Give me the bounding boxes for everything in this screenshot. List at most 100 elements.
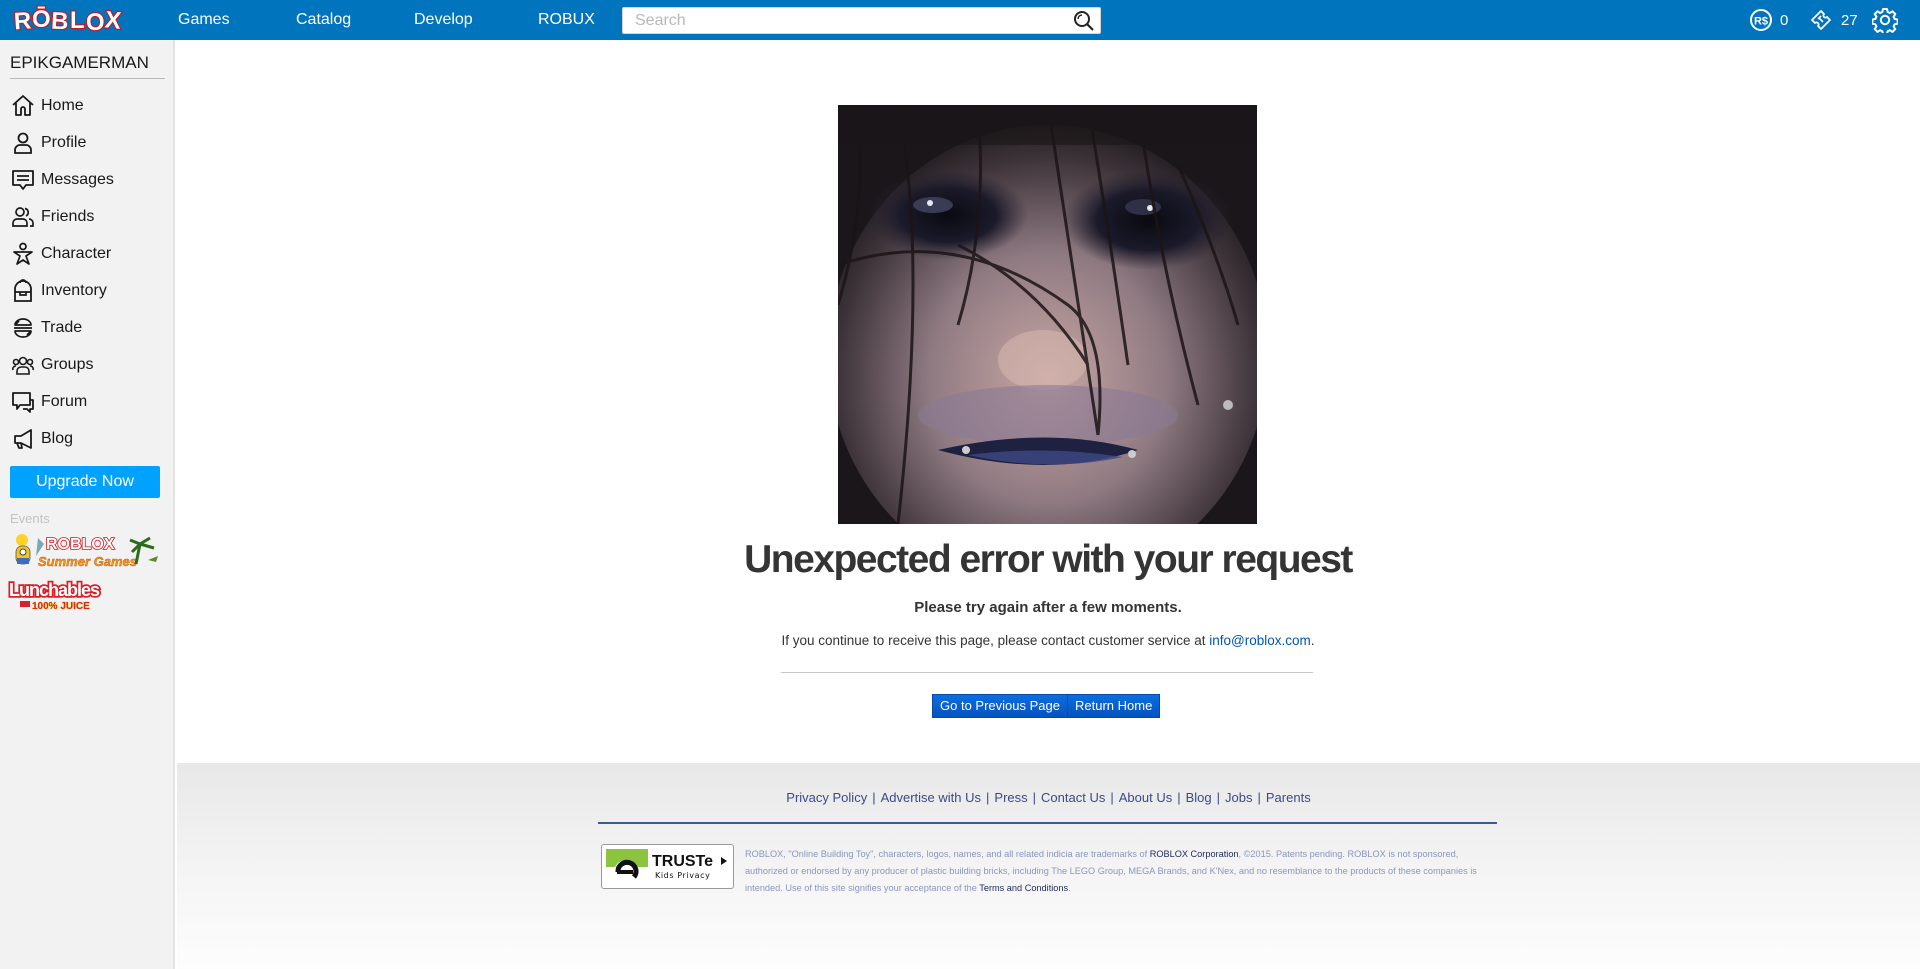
sidebar-item-label: Profile [41,133,87,151]
sidebar-item-label: Friends [41,207,95,225]
search-input[interactable] [623,8,1063,33]
inventory-icon [11,278,35,303]
footer: Privacy Policy | Advertise with Us | Press | C… [177,763,1920,969]
separator: | [1257,790,1261,805]
gear-icon [1872,8,1898,33]
svg-text:R: R [13,7,32,35]
error-title: Unexpected error with your request [744,538,1353,581]
support-email-link[interactable]: info@roblox.com [1209,633,1311,648]
ticket-icon [1811,10,1831,30]
roblox-logo[interactable]: R Ō B L O X [12,3,130,36]
return-home-button[interactable]: Return Home [1067,694,1161,718]
error-divider [781,672,1313,673]
search-box [622,7,1101,34]
profile-icon [11,131,35,155]
legal-text: . [1068,883,1071,893]
terms-and-conditions-link[interactable]: Terms and Conditions [979,883,1068,893]
blog-icon [11,427,35,451]
sidebar-item-label: Inventory [41,281,107,299]
event-subtitle: Summer Games [38,554,137,569]
footer-divider [598,822,1497,824]
summer-games-logo: ROBLOX Summer Games [15,534,158,569]
sidebar-item-label: Messages [41,170,114,188]
groups-icon [11,353,35,377]
event-subtitle: 100% JUICE [32,601,90,612]
footer-link-advertise[interactable]: Advertise with Us [881,790,981,805]
event-title: ROBLOX [46,536,115,553]
nav-games[interactable]: Games [178,0,230,40]
footer-link-blog[interactable]: Blog [1186,790,1212,805]
sidebar-item-inventory[interactable]: Inventory [0,272,173,309]
legal-notice: ROBLOX, "Online Building Toy", character… [745,846,1490,897]
footer-link-jobs[interactable]: Jobs [1225,790,1252,805]
separator: | [986,790,990,805]
messages-icon [11,168,35,192]
sidebar-item-groups[interactable]: Groups [0,346,173,383]
sidebar-item-trade[interactable]: Trade [0,309,173,346]
separator: | [872,790,876,805]
footer-link-parents[interactable]: Parents [1266,790,1311,805]
separator: | [1032,790,1037,805]
svg-text:L: L [70,7,85,34]
event-banner-lunchables[interactable]: Lunchables 100% JUICE [7,578,113,612]
sidebar-item-forum[interactable]: Forum [0,383,173,420]
sidebar-item-messages[interactable]: Messages [0,161,173,198]
nav-robux[interactable]: ROBUX [538,0,595,40]
tickets-count: 27 [1841,11,1858,29]
footer-link-about[interactable]: About Us [1119,790,1172,805]
nav-develop[interactable]: Develop [414,0,473,40]
sidebar-item-blog[interactable]: Blog [0,420,173,457]
sidebar-item-profile[interactable]: Profile [0,124,173,161]
svg-text:R$: R$ [1754,16,1768,28]
tickets-balance[interactable]: 27 [1809,0,1858,40]
sidebar-item-label: Groups [41,355,94,373]
legal-text: ROBLOX, "Online Building Toy", character… [745,849,1150,859]
sidebar-item-label: Character [41,244,112,262]
error-info-text: If you continue to receive this page, pl… [781,633,1210,648]
robux-icon: R$ [1750,9,1772,31]
separator: | [1216,790,1221,805]
home-icon [11,94,35,118]
svg-text:Ō: Ō [32,6,51,33]
sidebar-menu: Home Profile Messages Friends Character [0,87,173,457]
footer-link-press[interactable]: Press [994,790,1027,805]
error-info-end: . [1310,633,1315,648]
sidebar-item-character[interactable]: Character [0,235,173,272]
sidebar-item-label: Home [41,96,84,114]
error-info: If you continue to receive this page, pl… [176,633,1920,648]
friends-icon [11,205,35,229]
footer-link-privacy-policy[interactable]: Privacy Policy [786,790,867,805]
upgrade-now-button[interactable]: Upgrade Now [10,466,160,498]
truste-name: TRUSTe [652,853,713,870]
username-divider [10,78,165,79]
event-title: Lunchables [9,580,100,600]
robux-count: 0 [1780,11,1789,29]
truste-kids-privacy-seal[interactable]: TRUSTe Kids Privacy [601,844,734,889]
svg-text:X: X [104,6,123,35]
forum-icon [11,390,35,414]
search-icon [1074,11,1094,31]
roblox-corporation-link[interactable]: ROBLOX Corporation [1150,849,1239,859]
nav-catalog[interactable]: Catalog [296,0,351,40]
go-previous-page-button[interactable]: Go to Previous Page [932,694,1068,718]
trade-icon [11,316,35,340]
sidebar-item-label: Forum [41,392,88,410]
svg-text:O: O [85,8,105,36]
username[interactable]: EPIKGAMERMAN [10,53,149,73]
character-icon [11,242,35,266]
svg-text:B: B [50,8,69,36]
sidebar-item-label: Blog [41,429,74,447]
event-banner-summer-games[interactable]: ROBLOX Summer Games [8,530,163,570]
footer-links: Privacy Policy | Advertise with Us | Press | C… [177,790,1920,805]
sidebar-item-label: Trade [41,318,83,336]
robux-balance[interactable]: R$ 0 [1749,0,1788,40]
settings-button[interactable] [1872,0,1898,40]
search-button[interactable] [1072,10,1096,32]
sidebar-item-home[interactable]: Home [0,87,173,124]
sidebar-item-friends[interactable]: Friends [0,198,173,235]
separator: | [1110,790,1114,805]
separator: | [1177,790,1181,805]
lunchables-logo: Lunchables 100% JUICE [7,578,103,612]
left-sidebar: EPIKGAMERMAN Home Profile Messages Frien… [0,40,175,969]
footer-link-contact[interactable]: Contact Us [1041,790,1105,805]
